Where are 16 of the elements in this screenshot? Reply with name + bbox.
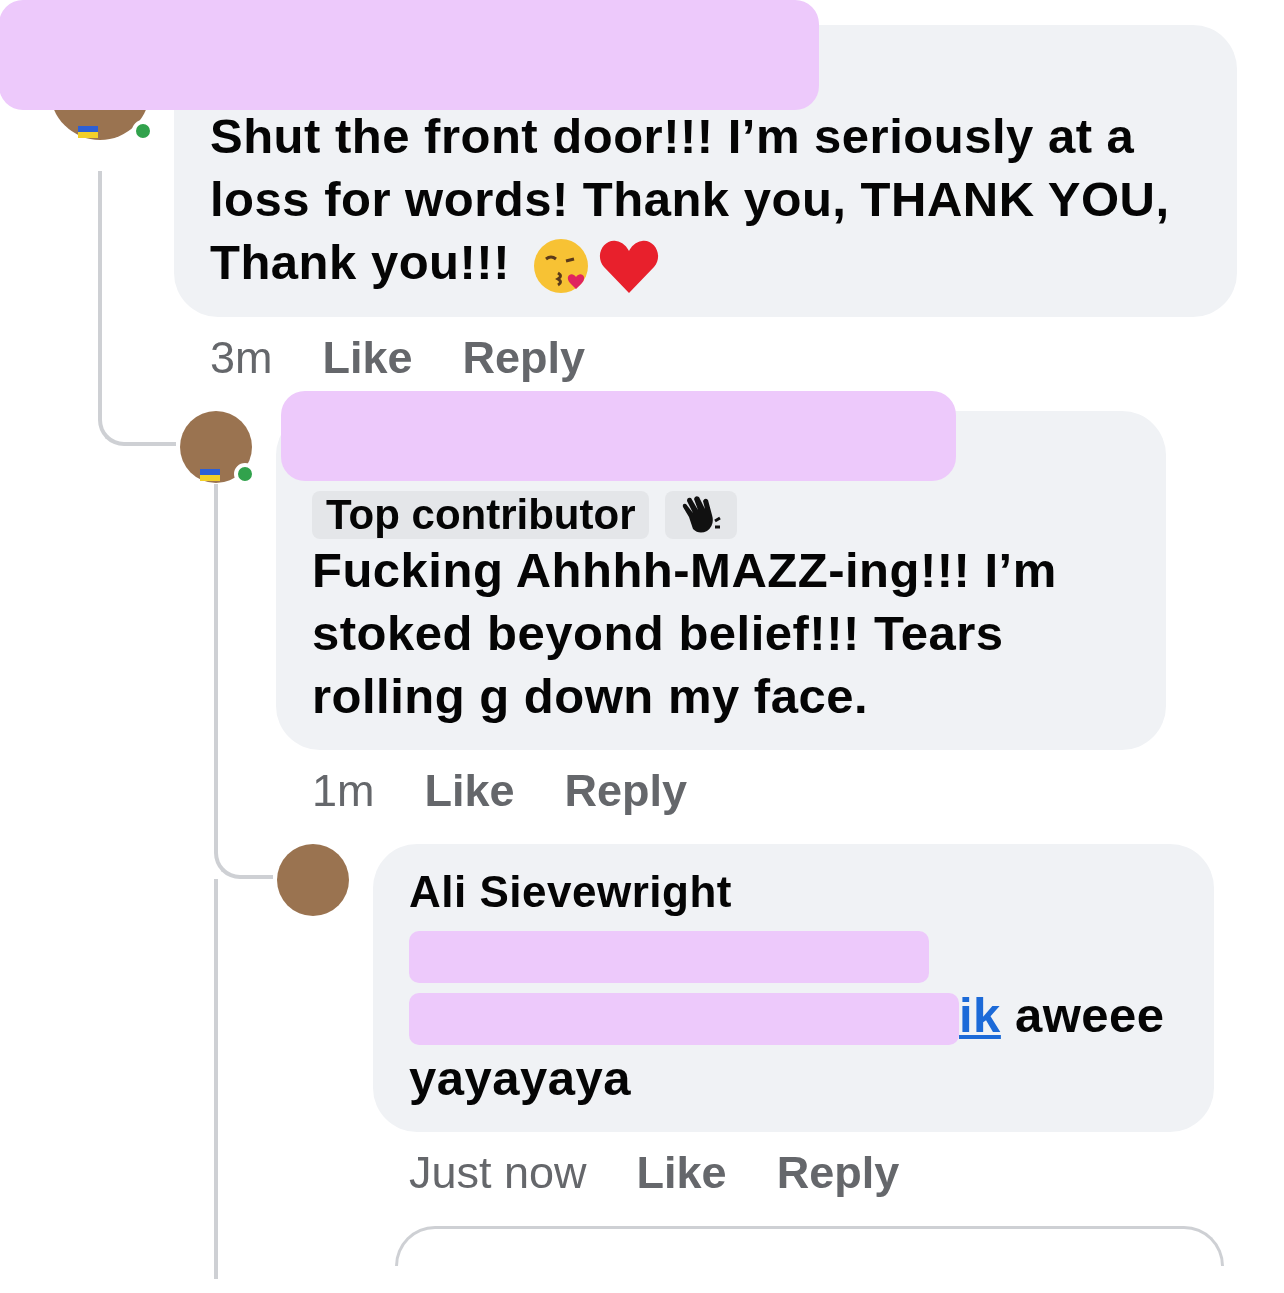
like-link[interactable]: Like <box>322 331 413 386</box>
comment-time: Just now <box>409 1146 587 1201</box>
kissing-face-icon <box>532 237 591 296</box>
reply-link[interactable]: Reply <box>564 764 688 819</box>
mention-link[interactable]: ik <box>959 988 1001 1043</box>
reply-link[interactable]: Reply <box>776 1146 900 1201</box>
reply-field[interactable] <box>395 1226 1224 1267</box>
like-link[interactable]: Like <box>424 764 515 819</box>
comment-time: 1m <box>312 764 375 819</box>
contributor-badge: Top contributor <box>312 491 650 540</box>
like-link[interactable]: Like <box>636 1146 727 1201</box>
author-name[interactable]: Ali Sievewright <box>409 862 1178 923</box>
comment-text: ik aweee yayayaya <box>409 987 1166 1108</box>
comment-time: 3m <box>210 331 273 386</box>
comment-text: Fucking Ahhhh-MAZZ-ing!!! I’m stoked beyond belief!!! Tears rolling g down my face. <box>312 542 1058 726</box>
reply-link[interactable]: Reply <box>462 331 586 386</box>
